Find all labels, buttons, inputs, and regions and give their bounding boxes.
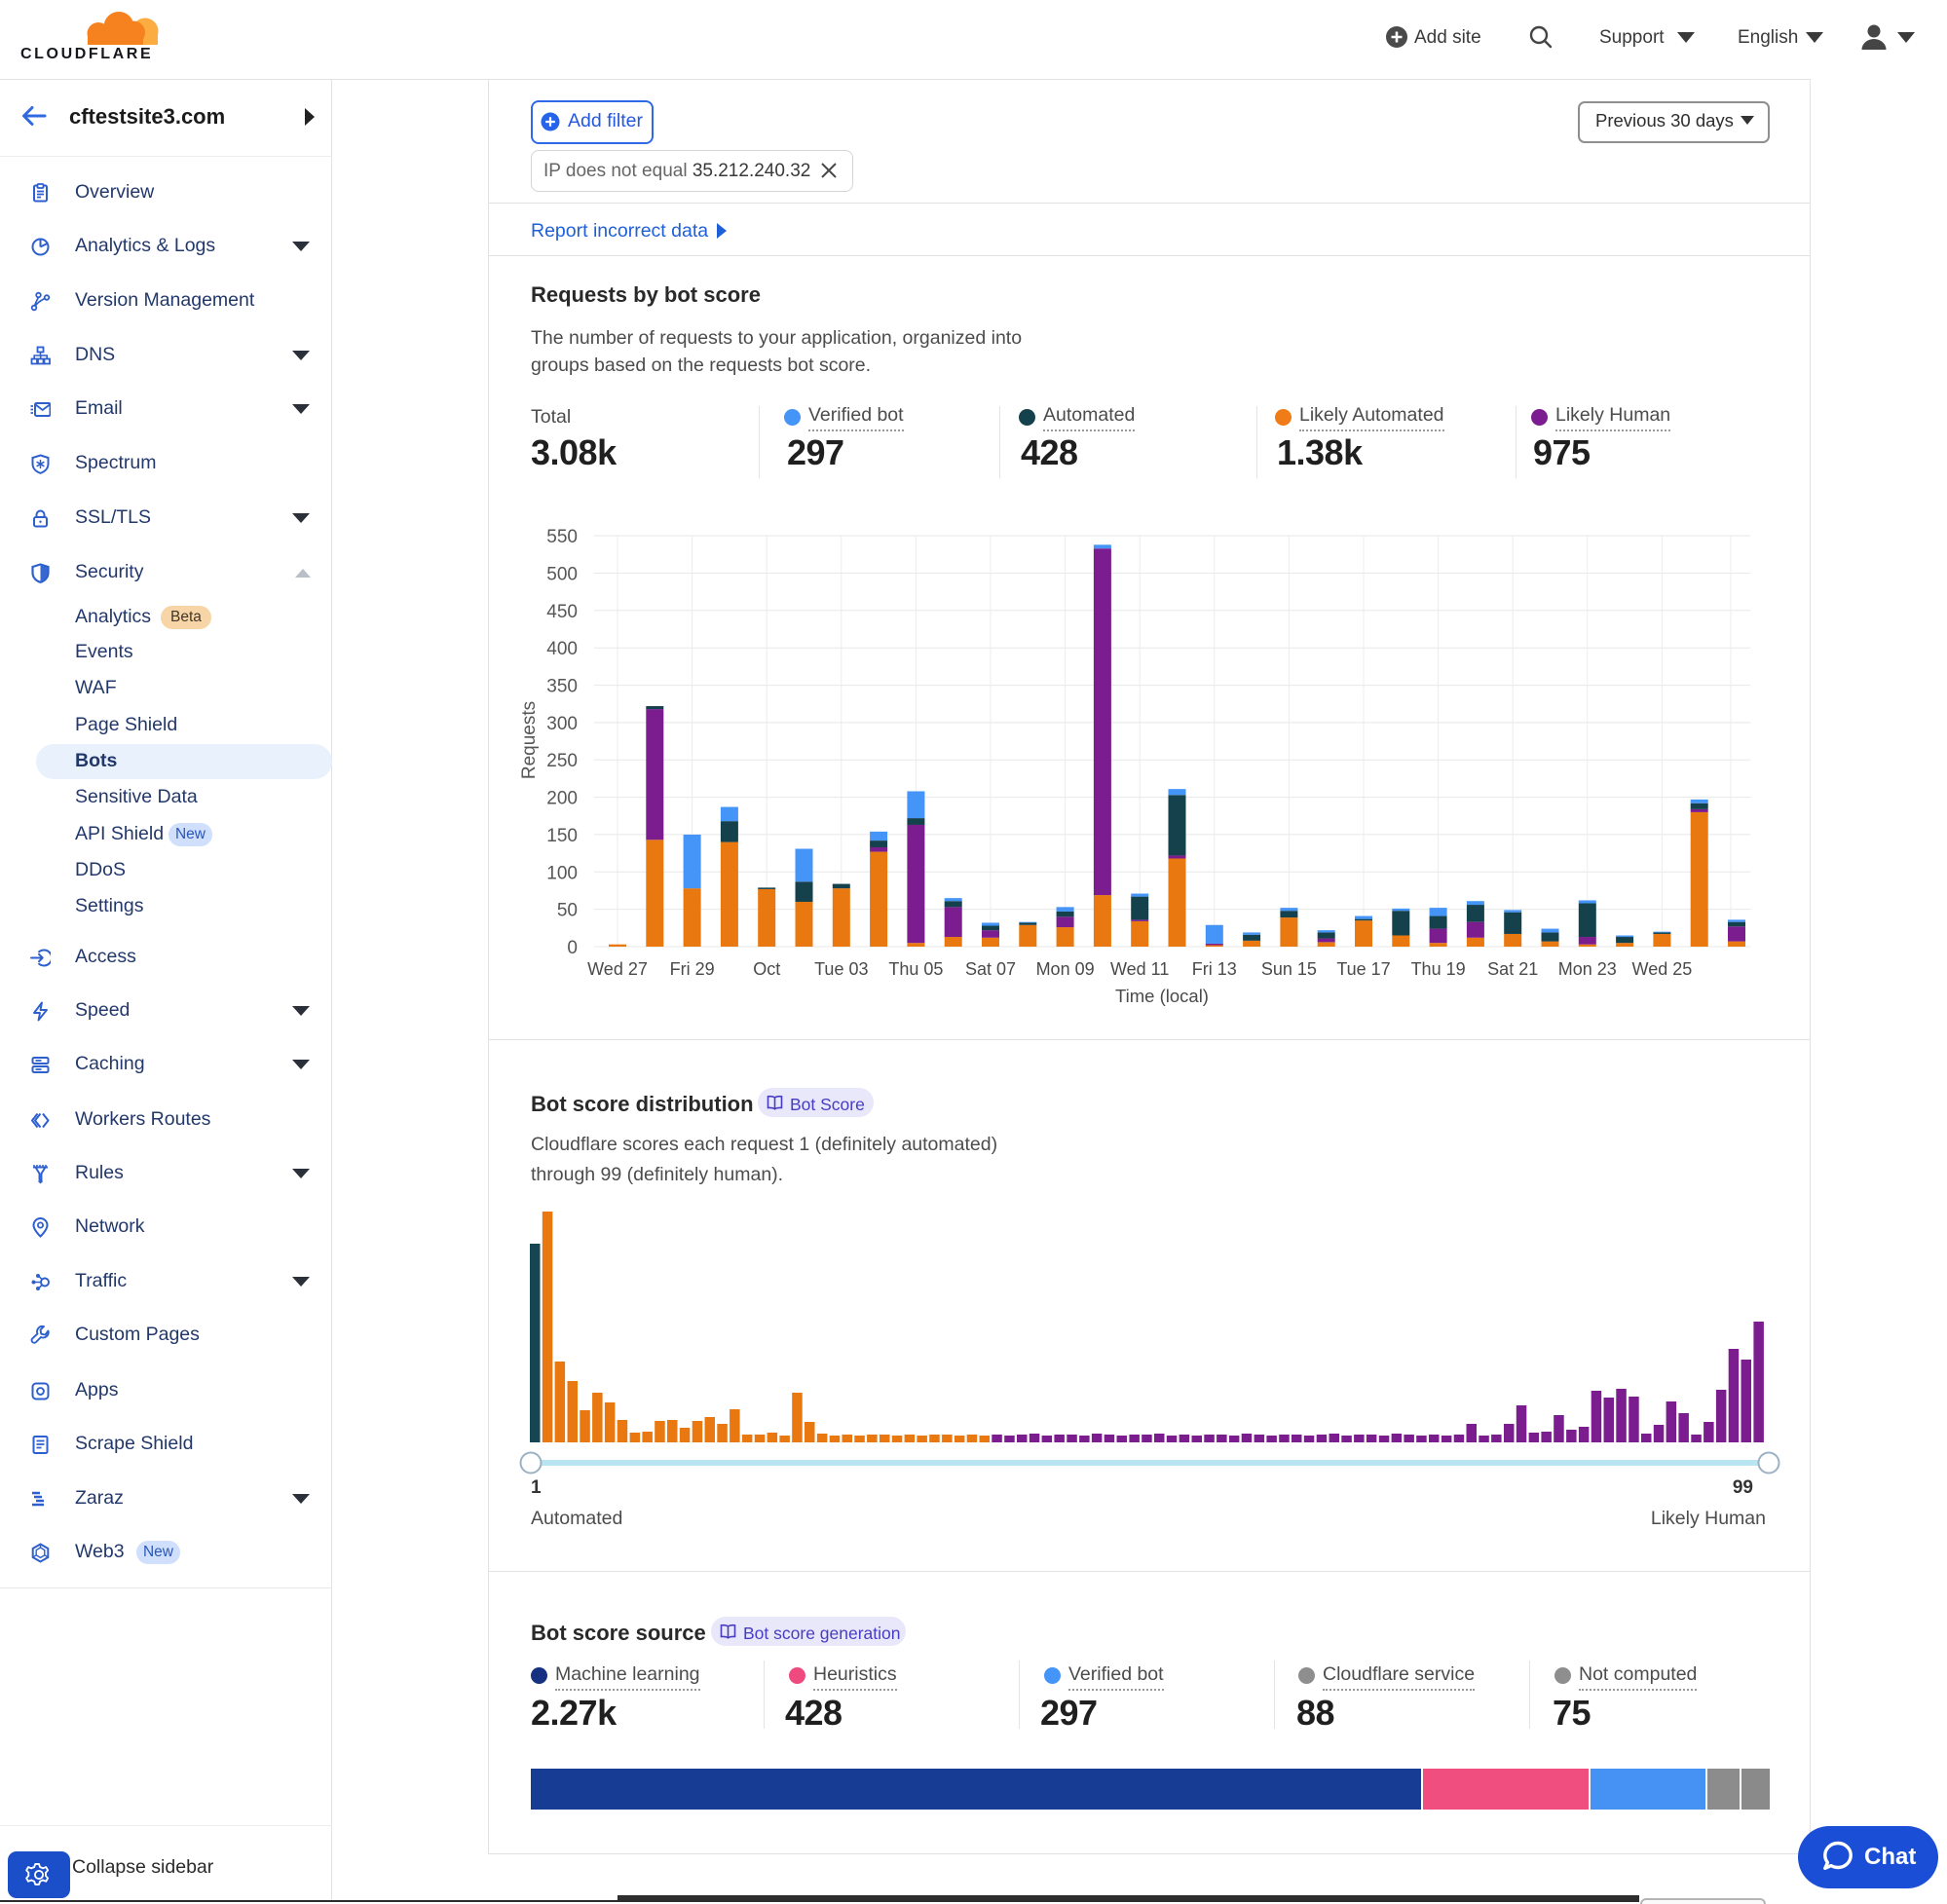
svg-text:100: 100 xyxy=(546,863,578,883)
svg-text:Mon 09: Mon 09 xyxy=(1036,959,1095,979)
svg-text:Requests: Requests xyxy=(519,701,540,779)
svg-text:Mon 23: Mon 23 xyxy=(1558,959,1617,979)
svg-text:200: 200 xyxy=(546,789,578,809)
svg-text:150: 150 xyxy=(546,826,578,846)
svg-text:CLOUDFLARE: CLOUDFLARE xyxy=(20,46,153,62)
svg-text:Wed 25: Wed 25 xyxy=(1632,959,1693,979)
svg-text:Sat 21: Sat 21 xyxy=(1487,959,1538,979)
svg-text:Wed 27: Wed 27 xyxy=(587,959,648,979)
svg-text:Sun 15: Sun 15 xyxy=(1261,959,1317,979)
svg-text:Thu 19: Thu 19 xyxy=(1411,959,1466,979)
svg-text:Tue 17: Tue 17 xyxy=(1336,959,1390,979)
svg-text:Fri 29: Fri 29 xyxy=(670,959,715,979)
svg-text:500: 500 xyxy=(546,565,578,585)
svg-text:400: 400 xyxy=(546,639,578,659)
svg-text:Oct: Oct xyxy=(753,959,780,979)
svg-text:250: 250 xyxy=(546,751,578,771)
svg-text:Time (local): Time (local) xyxy=(1115,986,1209,1006)
svg-text:Thu 05: Thu 05 xyxy=(888,959,943,979)
svg-text:50: 50 xyxy=(557,901,578,921)
svg-text:Fri 13: Fri 13 xyxy=(1192,959,1237,979)
svg-text:550: 550 xyxy=(546,527,578,547)
svg-text:Tue 03: Tue 03 xyxy=(814,959,868,979)
svg-text:0: 0 xyxy=(567,938,578,958)
svg-text:Sat 07: Sat 07 xyxy=(965,959,1016,979)
svg-text:450: 450 xyxy=(546,602,578,622)
svg-text:300: 300 xyxy=(546,714,578,734)
svg-text:Wed 11: Wed 11 xyxy=(1110,959,1169,979)
svg-text:350: 350 xyxy=(546,677,578,697)
